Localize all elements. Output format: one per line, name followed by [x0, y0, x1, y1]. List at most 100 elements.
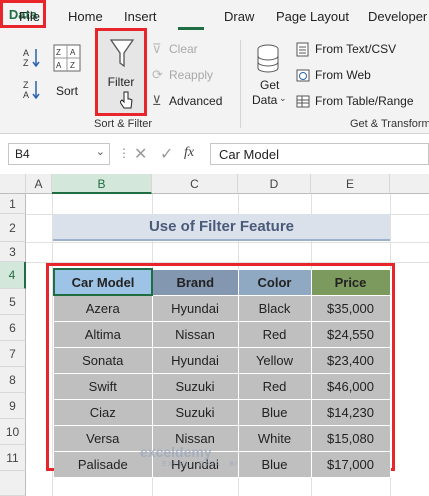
cell-price[interactable]: $14,230 [310, 398, 391, 426]
row-header-8[interactable]: 8 [0, 367, 26, 393]
cell-brand[interactable]: Hyundai [151, 346, 239, 374]
header-car-model[interactable]: Car Model [53, 268, 153, 296]
header-brand[interactable]: Brand [151, 268, 239, 296]
filter-funnel-icon [109, 37, 135, 69]
row-header-12 [0, 471, 26, 496]
cell-car-model[interactable]: Sonata [54, 346, 153, 374]
from-table-range-label: From Table/Range [315, 94, 414, 108]
cell-color[interactable]: Red [237, 372, 312, 400]
cancel-icon[interactable]: ✕ [134, 144, 147, 164]
cell-price[interactable]: $17,000 [310, 450, 391, 478]
cell-car-model[interactable]: Azera [54, 294, 153, 322]
name-box[interactable]: B4 ⌄ [8, 143, 110, 165]
cell-car-model[interactable]: Ciaz [54, 398, 153, 426]
cell-price[interactable]: $46,000 [310, 372, 391, 400]
cell-price[interactable]: $24,550 [310, 320, 391, 348]
filter-label: Filter [107, 75, 135, 89]
sort-button[interactable]: ZAAZ Sort [50, 42, 84, 100]
advanced-button[interactable]: ⊻ Advanced [152, 93, 226, 111]
cell-color[interactable]: Blue [237, 398, 312, 426]
sort-ascending-icon[interactable]: AZ [22, 46, 42, 68]
cell-car-model[interactable]: Versa [54, 424, 153, 452]
active-tab-indicator [178, 27, 204, 30]
formula-input[interactable]: Car Model [210, 143, 429, 165]
clear-icon: ⊽ [152, 41, 162, 56]
from-text-csv-label: From Text/CSV [315, 42, 397, 56]
name-box-value: B4 [15, 147, 30, 161]
row-header-1[interactable]: 1 [0, 194, 26, 214]
row-header-3[interactable]: 3 [0, 242, 26, 262]
table-header-row: Car Model Brand Color Price [53, 268, 391, 296]
clear-button[interactable]: ⊽ Clear [152, 41, 212, 59]
chevron-down-icon: ⌄ [279, 93, 287, 103]
menu-bar: File Home Insert Data Draw Page Layout D… [0, 0, 429, 34]
tab-developer[interactable]: Developer [368, 9, 427, 24]
row-header-4[interactable]: 4 [0, 262, 26, 289]
tab-draw[interactable]: Draw [224, 9, 254, 24]
cell-brand[interactable]: Suzuki [151, 398, 239, 426]
reapply-button[interactable]: ⟳ Reapply [152, 67, 218, 85]
cell-brand[interactable]: Suzuki [151, 372, 239, 400]
filter-button[interactable]: Filter [95, 28, 147, 116]
from-web-button[interactable]: From Web [296, 67, 420, 85]
get-data-button[interactable]: Get Data ⌄ [248, 42, 288, 108]
table-row: Ciaz Suzuki Blue $14,230 [54, 398, 391, 426]
cell-color[interactable]: Black [237, 294, 312, 322]
car-data-table: Car Model Brand Color Price Azera Hyunda… [53, 268, 391, 478]
from-web-label: From Web [315, 68, 371, 82]
clear-label: Clear [169, 42, 198, 56]
cell-car-model[interactable]: Swift [54, 372, 153, 400]
cell-price[interactable]: $35,000 [310, 294, 391, 322]
sort-descending-icon[interactable]: ZA [22, 78, 42, 100]
svg-text:A: A [23, 48, 29, 58]
from-text-csv-button[interactable]: From Text/CSV [296, 41, 420, 59]
cell-brand[interactable]: Nissan [151, 320, 239, 348]
cell-brand[interactable]: Hyundai [151, 294, 239, 322]
column-header-d[interactable]: D [238, 174, 311, 194]
get-transform-group-label: Get & Transform [350, 118, 429, 130]
column-header-b[interactable]: B [52, 174, 152, 194]
row-header-6[interactable]: 6 [0, 315, 26, 341]
get-data-label-1: Get [260, 78, 280, 92]
cell-color[interactable]: White [237, 424, 312, 452]
header-price[interactable]: Price [310, 268, 391, 296]
tab-home[interactable]: Home [68, 9, 103, 24]
row-header-9[interactable]: 9 [0, 393, 26, 419]
gridline [26, 242, 429, 243]
select-all-corner[interactable] [0, 174, 26, 194]
cell-car-model[interactable]: Altima [54, 320, 153, 348]
formula-bar: B4 ⌄ ⋮ ✕ ✓ fx Car Model [0, 134, 429, 174]
row-header-2[interactable]: 2 [0, 214, 26, 242]
from-table-range-button[interactable]: From Table/Range [296, 93, 426, 111]
svg-text:A: A [56, 61, 62, 70]
column-header-c[interactable]: C [152, 174, 238, 194]
advanced-filter-icon: ⊻ [152, 93, 162, 108]
row-header-10[interactable]: 10 [0, 419, 26, 445]
row-header-7[interactable]: 7 [0, 341, 26, 367]
row-header-11[interactable]: 11 [0, 445, 26, 471]
cell-price[interactable]: $15,080 [310, 424, 391, 452]
cell-color[interactable]: Blue [237, 450, 312, 478]
tab-insert[interactable]: Insert [124, 9, 157, 24]
tab-page-layout[interactable]: Page Layout [276, 9, 349, 24]
table-row: Azera Hyundai Black $35,000 [54, 294, 391, 322]
get-data-label-2: Data [252, 93, 278, 107]
cell-car-model[interactable]: Palisade [54, 450, 153, 478]
enter-icon[interactable]: ✓ [160, 144, 173, 164]
header-color[interactable]: Color [237, 268, 312, 296]
tab-file[interactable]: File [19, 9, 40, 24]
mouse-cursor-icon [119, 91, 134, 111]
formula-controls: ✕ ✓ fx [128, 143, 208, 165]
cell-color[interactable]: Red [237, 320, 312, 348]
sheet-title[interactable]: Use of Filter Feature [53, 214, 390, 241]
reapply-label: Reapply [169, 68, 214, 82]
cell-color[interactable]: Yellow [237, 346, 312, 374]
chevron-down-icon[interactable]: ⌄ [96, 145, 105, 158]
row-header-5[interactable]: 5 [0, 289, 26, 315]
sort-label: Sort [56, 84, 79, 98]
column-header-a[interactable]: A [26, 174, 52, 194]
cell-price[interactable]: $23,400 [310, 346, 391, 374]
web-icon [296, 68, 310, 83]
column-header-e[interactable]: E [311, 174, 390, 194]
insert-function-icon[interactable]: fx [184, 145, 194, 161]
